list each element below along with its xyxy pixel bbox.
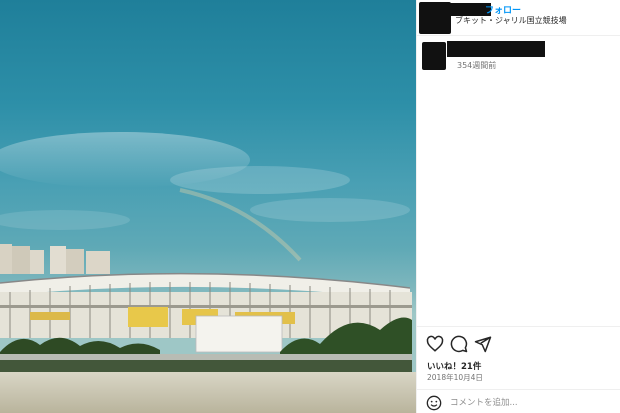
likes-count[interactable]: いいね！21件 [427,360,481,372]
post-side-panel: フォロー ブキット・ジャリル国立競技場 354週間前 いいね！21件 2018年… [416,0,620,413]
stadium-photo-illustration [0,132,416,413]
share-icon[interactable] [474,335,492,353]
caption-block: 354週間前 [417,36,620,76]
redacted-caption [447,41,545,57]
emoji-icon[interactable] [426,395,442,411]
post-photo[interactable] [0,0,416,413]
post-actions: いいね！21件 2018年10月4日 [417,326,620,386]
location-link[interactable]: ブキット・ジャリル国立競技場 [455,15,567,26]
add-comment-bar [417,389,620,413]
caption-avatar[interactable] [422,42,446,70]
comment-icon[interactable] [450,335,468,353]
post-header: フォロー ブキット・ジャリル国立競技場 [417,0,620,36]
caption-time-ago: 354週間前 [457,61,497,70]
post-date: 2018年10月4日 [427,373,483,382]
heart-icon[interactable] [426,335,444,353]
comment-input[interactable] [450,395,610,411]
